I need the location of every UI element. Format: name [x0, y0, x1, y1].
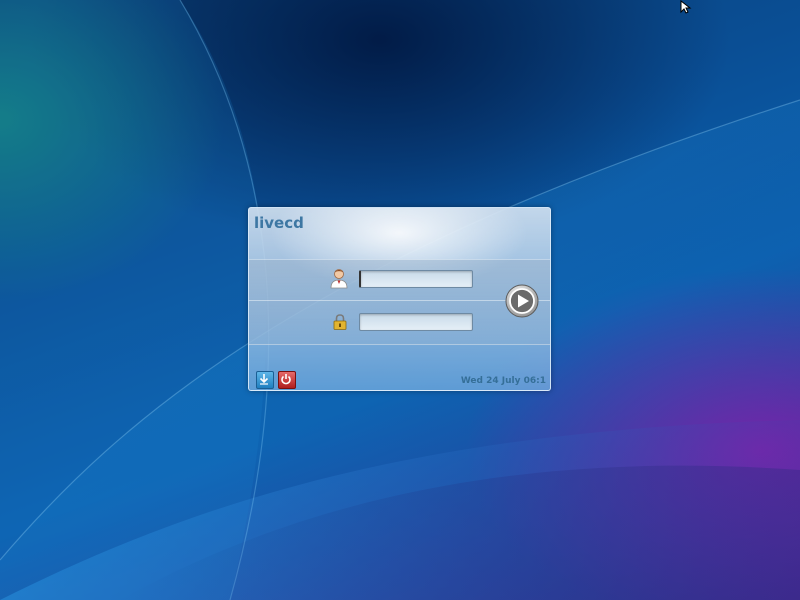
password-input[interactable]	[359, 313, 473, 331]
session-menu-button[interactable]	[256, 371, 274, 389]
shutdown-button[interactable]	[278, 371, 296, 389]
login-panel: livecd Wed 24 July 06:1	[248, 207, 551, 391]
login-button[interactable]	[505, 284, 539, 318]
clock-label: Wed 24 July 06:1	[460, 376, 546, 386]
hostname-label: livecd	[254, 214, 304, 232]
down-arrow-icon	[259, 374, 269, 385]
mouse-pointer-icon	[680, 0, 692, 14]
username-input[interactable]	[359, 270, 473, 288]
padlock-icon	[333, 314, 347, 330]
power-icon	[281, 374, 291, 385]
user-icon	[330, 269, 348, 289]
